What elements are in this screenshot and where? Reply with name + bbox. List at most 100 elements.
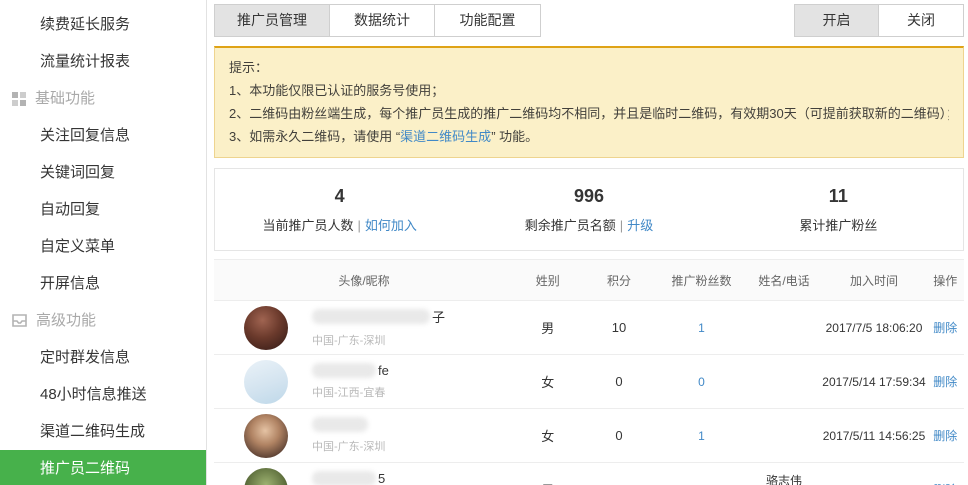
sidebar-item-splash-info[interactable]: 开屏信息 — [0, 265, 206, 302]
app-window: 续费延长服务 流量统计报表 基础功能 关注回复信息 关键词回复 自动回复 自定义… — [0, 0, 968, 485]
stat-current-promoters: 4 当前推广员人数 | 如何加入 — [215, 183, 464, 234]
sidebar-item-renewal[interactable]: 续费延长服务 — [0, 6, 206, 43]
sidebar-section-basic: 基础功能 — [0, 80, 206, 117]
sidebar-item-promoter-qrcode[interactable]: 推广员二维码 — [0, 450, 206, 485]
stat-remaining-quota: 996 剩余推广员名额 | 升级 — [464, 183, 713, 234]
sidebar-item-channel-qrcode[interactable]: 渠道二维码生成 — [0, 413, 206, 450]
censored-nickname — [312, 471, 376, 485]
promoter-name: 骆志伟 — [765, 474, 802, 485]
location-text: 中国-广东-深圳 — [312, 335, 386, 347]
join-time-cell: 2017/5/6 17:51:57 — [821, 462, 927, 485]
sidebar-item-follow-reply[interactable]: 关注回复信息 — [0, 117, 206, 154]
table-header-row: 头像/昵称 姓别 积分 推广粉丝数 姓名/电话 加入时间 操作 — [214, 259, 964, 301]
nickname: 5 — [312, 471, 385, 485]
notice-line-3-suffix: ” 功能。 — [491, 129, 539, 144]
col-header-action: 操作 — [926, 259, 964, 301]
sidebar-item-scheduled-broadcast[interactable]: 定时群发信息 — [0, 339, 206, 376]
delete-link[interactable]: 删除 — [933, 429, 957, 443]
name-phone-cell — [746, 300, 822, 355]
name-phone-cell — [746, 408, 822, 463]
notice-line-2: 2、二维码由粉丝端生成，每个推广员生成的推广二维码均不相同，并且是临时二维码，有… — [229, 106, 949, 121]
tab-promoter-management[interactable]: 推广员管理 — [215, 5, 330, 36]
points-cell: 10 — [581, 300, 657, 355]
join-time-cell: 2017/7/5 18:06:20 — [821, 300, 927, 355]
col-header-join-time: 加入时间 — [821, 259, 927, 301]
table-row: fe 中国-江西-宜春 女 0 0 2017/5/14 17:59:34 删除 — [214, 354, 964, 409]
tab-bar: 推广员管理 数据统计 功能配置 开启 关闭 — [214, 4, 964, 37]
fans-count-link[interactable]: 1 — [698, 321, 705, 335]
censored-nickname — [312, 309, 430, 324]
tab-group: 推广员管理 数据统计 功能配置 — [214, 4, 541, 37]
notice-box: 提示： 1、本功能仅限已认证的服务号使用； 2、二维码由粉丝端生成，每个推广员生… — [214, 46, 964, 158]
stat-value: 11 — [828, 186, 848, 206]
sidebar-section-label: 基础功能 — [35, 90, 96, 107]
stat-separator: | — [357, 218, 361, 233]
stat-label: 累计推广粉丝 — [799, 218, 878, 233]
channel-qrcode-link[interactable]: 渠道二维码生成 — [400, 129, 491, 144]
grid-icon — [12, 91, 26, 106]
avatar — [244, 359, 288, 404]
enable-off-button[interactable]: 关闭 — [879, 5, 963, 36]
join-time-cell: 2017/5/11 14:56:25 — [821, 408, 927, 463]
sidebar-item-48h-push[interactable]: 48小时信息推送 — [0, 376, 206, 413]
sidebar-item-traffic-report[interactable]: 流量统计报表 — [0, 43, 206, 80]
stat-label: 当前推广员人数 — [262, 218, 354, 233]
sidebar-item-keyword-reply[interactable]: 关键词回复 — [0, 154, 206, 191]
col-header-gender: 姓别 — [514, 259, 582, 301]
stat-separator: | — [619, 218, 624, 233]
enable-toggle-group: 开启 关闭 — [794, 4, 964, 37]
censored-nickname — [312, 417, 368, 432]
avatar — [244, 467, 288, 485]
notice-line-3-prefix: 3、如需永久二维码，请使用 “ — [229, 129, 401, 144]
main-content: 推广员管理 数据统计 功能配置 开启 关闭 提示： 1、本功能仅限已认证的服务号… — [207, 0, 968, 485]
avatar — [244, 413, 288, 458]
tab-function-config[interactable]: 功能配置 — [435, 5, 540, 36]
sidebar-section-advanced: 高级功能 — [0, 302, 206, 339]
enable-on-button[interactable]: 开启 — [795, 5, 879, 36]
join-time-cell: 2017/5/14 17:59:34 — [821, 354, 927, 409]
fans-count-link[interactable]: 0 — [698, 375, 705, 389]
nickname — [312, 417, 385, 432]
stat-total-fans: 11 累计推广粉丝 — [714, 183, 963, 234]
name-phone-cell — [746, 354, 822, 409]
table-row: 子 中国-广东-深圳 男 10 1 2017/7/5 18:06:20 删除 — [214, 300, 964, 355]
sidebar-item-auto-reply[interactable]: 自动回复 — [0, 191, 206, 228]
notice-line-3: 3、如需永久二维码，请使用 “渠道二维码生成” 功能。 — [229, 125, 949, 148]
gender-cell: 女 — [514, 408, 582, 463]
upgrade-link[interactable]: 升级 — [627, 218, 653, 233]
table-row: 中国-广东-深圳 女 0 1 2017/5/11 14:56:25 删除 — [214, 408, 964, 463]
gender-cell: 男 — [514, 300, 582, 355]
nickname: fe — [312, 363, 389, 378]
stat-label: 剩余推广员名额 — [524, 218, 616, 233]
sidebar: 续费延长服务 流量统计报表 基础功能 关注回复信息 关键词回复 自动回复 自定义… — [0, 0, 207, 485]
tab-data-statistics[interactable]: 数据统计 — [330, 5, 435, 36]
sidebar-section-label: 高级功能 — [36, 312, 97, 329]
points-cell: 0 — [581, 354, 657, 409]
table-row: 5 中国-广东-深圳 男 50 9 骆志伟 2017/5/6 17:51:57 … — [214, 462, 964, 485]
fans-count-link[interactable]: 1 — [698, 429, 705, 443]
censored-nickname — [312, 363, 376, 378]
stat-value: 996 — [573, 186, 605, 206]
delete-link[interactable]: 删除 — [933, 321, 957, 335]
gender-cell: 男 — [514, 462, 582, 485]
col-header-name-phone: 姓名/电话 — [746, 259, 822, 301]
col-header-avatar-nickname: 头像/昵称 — [214, 259, 514, 301]
stats-panel: 4 当前推广员人数 | 如何加入 996 剩余推广员名额 | 升级 11 累计推广粉丝 — [214, 168, 964, 251]
avatar — [244, 305, 288, 350]
location-text: 中国-江西-宜春 — [312, 387, 386, 399]
points-cell: 0 — [581, 408, 657, 463]
sidebar-item-custom-menu[interactable]: 自定义菜单 — [0, 228, 206, 265]
inbox-icon — [12, 314, 27, 327]
location-text: 中国-广东-深圳 — [312, 441, 386, 453]
points-cell: 50 — [581, 462, 657, 485]
how-to-join-link[interactable]: 如何加入 — [365, 218, 417, 233]
col-header-fans: 推广粉丝数 — [656, 259, 747, 301]
name-phone-cell: 骆志伟 — [746, 462, 822, 485]
notice-title: 提示： — [229, 60, 269, 75]
col-header-points: 积分 — [581, 259, 657, 301]
delete-link[interactable]: 删除 — [933, 375, 957, 389]
stat-value: 4 — [334, 186, 345, 206]
gender-cell: 女 — [514, 354, 582, 409]
nickname: 子 — [312, 307, 445, 326]
promoter-table: 头像/昵称 姓别 积分 推广粉丝数 姓名/电话 加入时间 操作 子 中国-广东-… — [214, 259, 964, 485]
